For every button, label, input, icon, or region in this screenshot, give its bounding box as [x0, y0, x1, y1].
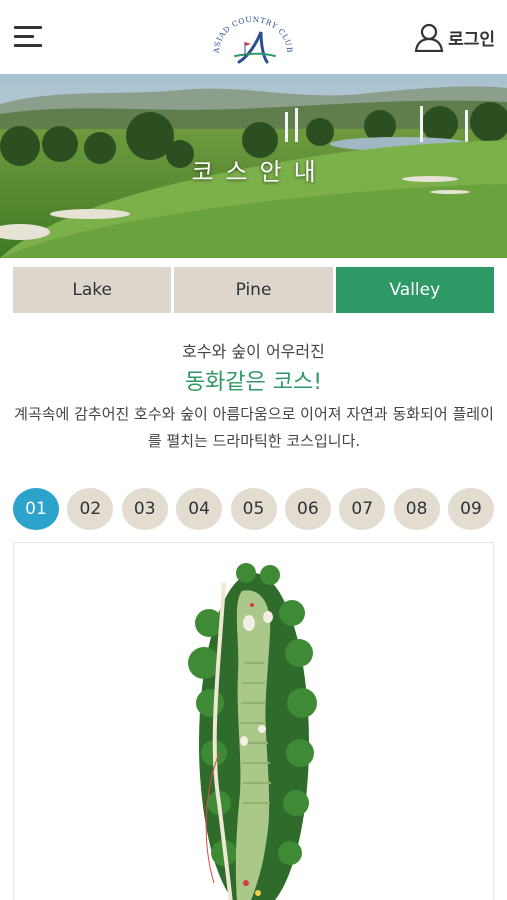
hole-button-03[interactable]: 03: [121, 488, 168, 530]
hole-layout-image: [188, 563, 317, 900]
club-logo[interactable]: ASIAD COUNTRY CLUB: [205, 12, 301, 68]
intro-title: 동화같은 코스!: [184, 370, 323, 395]
hole-button-02[interactable]: 02: [67, 488, 114, 530]
header: ASIAD COUNTRY CLUB 로그인: [0, 0, 507, 74]
course-tabs: Lake Pine Valley: [13, 267, 494, 313]
hole-button-01[interactable]: 01: [13, 488, 59, 530]
hole-button-08[interactable]: 08: [393, 488, 440, 530]
intro-description: 계곡속에 감추어진 호수와 숲이 아름다움으로 이어져 자연과 동화되어 플레이…: [14, 405, 494, 450]
hole-button-07[interactable]: 07: [339, 488, 386, 530]
page-title: 코스안내: [191, 158, 328, 186]
hero-banner: 코스안내: [0, 74, 507, 258]
hole-map-panel: [13, 542, 494, 900]
hole-button-09[interactable]: 09: [448, 488, 494, 530]
tab-pine[interactable]: Pine: [174, 267, 333, 313]
hole-button-04[interactable]: 04: [176, 488, 223, 530]
intro-subtitle: 호수와 숲이 어우러진: [182, 342, 325, 361]
user-icon: [414, 23, 444, 52]
hole-button-05[interactable]: 05: [230, 488, 277, 530]
hole-selector: 01 02 03 04 05 06 07 08 09: [13, 488, 494, 530]
login-label: 로그인: [448, 29, 495, 50]
tab-lake[interactable]: Lake: [13, 267, 172, 313]
login-button[interactable]: 로그인: [414, 22, 495, 52]
hole-button-06[interactable]: 06: [284, 488, 331, 530]
hamburger-menu-icon[interactable]: [12, 22, 46, 52]
tab-valley[interactable]: Valley: [335, 267, 494, 313]
